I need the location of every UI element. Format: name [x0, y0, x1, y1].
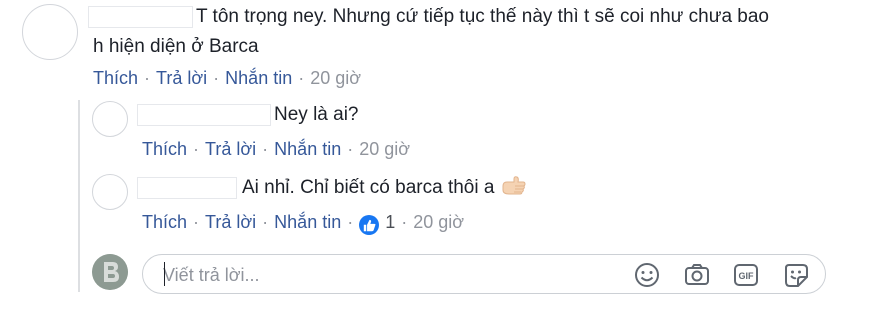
reply-input[interactable]	[161, 261, 625, 289]
separator: ·	[193, 212, 200, 232]
reply-text-content: Ai nhỉ. Chỉ biết có barca thôi a	[242, 177, 495, 198]
reply-text: Ai nhỉ. Chỉ biết có barca thôi a	[242, 174, 526, 208]
separator: ·	[193, 139, 200, 159]
reply-thread-line	[78, 100, 80, 292]
current-user-avatar[interactable]	[92, 254, 128, 290]
like-link[interactable]: Thích	[142, 212, 187, 232]
separator: ·	[347, 139, 354, 159]
comment-actions: Thích · Trả lời · Nhắn tin · 20 giờ	[93, 67, 361, 89]
like-reaction-icon[interactable]	[359, 215, 380, 235]
gif-icon[interactable]: GIF	[731, 260, 761, 290]
separator: ·	[262, 139, 269, 159]
reaction-count[interactable]: 1	[379, 212, 395, 232]
timestamp[interactable]: 20 giờ	[413, 212, 464, 232]
replier-avatar[interactable]	[92, 174, 128, 210]
reply-link[interactable]: Trả lời	[205, 212, 256, 232]
svg-text:GIF: GIF	[739, 271, 755, 281]
replier-name[interactable]	[137, 177, 237, 199]
reply-text: Ney là ai?	[274, 104, 359, 125]
separator: ·	[298, 68, 305, 88]
separator: ·	[213, 68, 220, 88]
reply-actions: Thích · Trả lời · Nhắn tin · 20 giờ	[142, 138, 410, 160]
message-link[interactable]: Nhắn tin	[225, 68, 292, 88]
sticker-icon[interactable]	[781, 260, 811, 290]
reply-actions: Thích · Trả lời · Nhắn tin · 1 · 20 giờ	[142, 211, 464, 235]
text-cursor	[164, 262, 165, 286]
separator: ·	[262, 212, 269, 232]
commenter-avatar[interactable]	[22, 4, 78, 60]
reply-link[interactable]: Trả lời	[205, 139, 256, 159]
separator: ·	[401, 212, 408, 232]
separator: ·	[144, 68, 151, 88]
like-link[interactable]: Thích	[93, 68, 138, 88]
like-link[interactable]: Thích	[142, 139, 187, 159]
reply-link[interactable]: Trả lời	[156, 68, 207, 88]
message-link[interactable]: Nhắn tin	[274, 139, 341, 159]
reply-box[interactable]	[142, 254, 826, 294]
message-link[interactable]: Nhắn tin	[274, 212, 341, 232]
emoji-icon[interactable]	[632, 260, 662, 290]
comment-text: T tôn trọng ney. Nhưng cứ tiếp tục thế n…	[196, 6, 769, 27]
timestamp[interactable]: 20 giờ	[310, 68, 361, 88]
comment-text-continued: h hiện diện ở Barca	[93, 36, 259, 57]
timestamp[interactable]: 20 giờ	[359, 139, 410, 159]
camera-icon[interactable]	[682, 260, 712, 290]
replier-name[interactable]	[137, 104, 271, 126]
pointing-hand-emoji-icon	[500, 175, 526, 208]
commenter-name[interactable]	[88, 6, 193, 28]
replier-avatar[interactable]	[92, 101, 128, 137]
separator: ·	[347, 212, 354, 232]
